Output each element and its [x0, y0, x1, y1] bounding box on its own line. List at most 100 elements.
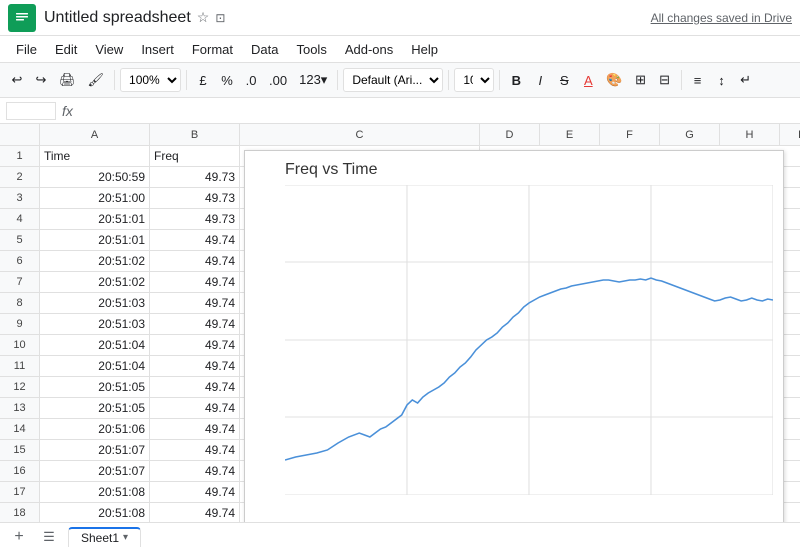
cell-b9[interactable]: 49.74 [150, 314, 240, 334]
toolbar-divider-3 [337, 70, 338, 90]
cell-b2[interactable]: 49.73 [150, 167, 240, 187]
number-format-button[interactable]: 123▾ [294, 67, 332, 93]
paint-format-button[interactable]: 🖌 [83, 67, 110, 93]
menu-item-edit[interactable]: Edit [47, 40, 85, 59]
toolbar-divider-6 [681, 70, 682, 90]
row-num-14: 14 [0, 419, 39, 440]
col-header-B[interactable]: B [150, 124, 240, 145]
cell-a5[interactable]: 20:51:01 [40, 230, 150, 250]
menu-item-help[interactable]: Help [403, 40, 446, 59]
cell-a14[interactable]: 20:51:06 [40, 419, 150, 439]
valign-button[interactable]: ↕ [711, 67, 733, 93]
menu-item-insert[interactable]: Insert [133, 40, 182, 59]
cell-a17[interactable]: 20:51:08 [40, 482, 150, 502]
cell-b11[interactable]: 49.74 [150, 356, 240, 376]
app-icon [8, 4, 36, 32]
cell-b13[interactable]: 49.74 [150, 398, 240, 418]
cell-a16[interactable]: 20:51:07 [40, 461, 150, 481]
cell-b18[interactable]: 49.74 [150, 503, 240, 522]
cell-b12[interactable]: 49.74 [150, 377, 240, 397]
cell-b14[interactable]: 49.74 [150, 419, 240, 439]
cell-b6[interactable]: 49.74 [150, 251, 240, 271]
cell-a12[interactable]: 20:51:05 [40, 377, 150, 397]
strikethrough-button[interactable]: S [553, 67, 575, 93]
sheet-area: ABCDEFGHI 123456789101112131415161718192… [0, 124, 800, 522]
cell-reference-input[interactable] [6, 102, 56, 120]
menu-item-file[interactable]: File [8, 40, 45, 59]
col-header-I[interactable]: I [780, 124, 800, 145]
print-button[interactable]: 🖨 [54, 67, 81, 93]
text-color-button[interactable]: A [577, 67, 599, 93]
cell-a6[interactable]: 20:51:02 [40, 251, 150, 271]
merge-button[interactable]: ⊟ [654, 67, 676, 93]
bold-button[interactable]: B [505, 67, 527, 93]
cell-a1[interactable]: Time [40, 146, 150, 166]
menu-item-data[interactable]: Data [243, 40, 286, 59]
col-header-H[interactable]: H [720, 124, 780, 145]
fill-color-button[interactable]: 🎨 [601, 67, 627, 93]
spreadsheet-title[interactable]: Untitled spreadsheet [44, 9, 191, 27]
undo-button[interactable]: ↩ [6, 67, 28, 93]
menu-item-add-ons[interactable]: Add-ons [337, 40, 401, 59]
decimal-increase-button[interactable]: .00 [264, 67, 292, 93]
cell-b10[interactable]: 49.74 [150, 335, 240, 355]
italic-button[interactable]: I [529, 67, 551, 93]
star-icon[interactable]: ☆ [197, 9, 210, 26]
col-header-C[interactable]: C [240, 124, 480, 145]
drive-icon[interactable]: ⊡ [215, 11, 225, 25]
bottom-bar: + ☰ Sheet1 ▾ [0, 522, 800, 550]
menu-item-view[interactable]: View [87, 40, 131, 59]
col-header-F[interactable]: F [600, 124, 660, 145]
font-size-select[interactable]: 10 [454, 68, 494, 92]
wrap-button[interactable]: ↵ [735, 67, 757, 93]
cell-a8[interactable]: 20:51:03 [40, 293, 150, 313]
col-header-G[interactable]: G [660, 124, 720, 145]
cell-b15[interactable]: 49.74 [150, 440, 240, 460]
cell-b17[interactable]: 49.74 [150, 482, 240, 502]
font-family-select[interactable]: Default (Ari... [343, 68, 443, 92]
decimal-decrease-button[interactable]: .0 [240, 67, 262, 93]
align-button[interactable]: ≡ [687, 67, 709, 93]
cell-b16[interactable]: 49.74 [150, 461, 240, 481]
add-sheet-button[interactable]: + [8, 526, 30, 548]
row-num-7: 7 [0, 272, 39, 293]
sheet-list-button[interactable]: ☰ [38, 526, 60, 548]
redo-button[interactable]: ↪ [30, 67, 52, 93]
chart-svg: 50.5 50.25 50 49.75 49.5 20:55:00 21:00:… [285, 185, 773, 495]
row-num-13: 13 [0, 398, 39, 419]
cell-a4[interactable]: 20:51:01 [40, 209, 150, 229]
col-header-A[interactable]: A [40, 124, 150, 145]
cell-b4[interactable]: 49.73 [150, 209, 240, 229]
borders-button[interactable]: ⊞ [630, 67, 652, 93]
cell-b7[interactable]: 49.74 [150, 272, 240, 292]
cell-a2[interactable]: 20:50:59 [40, 167, 150, 187]
col-header-D[interactable]: D [480, 124, 540, 145]
cell-a18[interactable]: 20:51:08 [40, 503, 150, 522]
cell-a11[interactable]: 20:51:04 [40, 356, 150, 376]
cell-a3[interactable]: 20:51:00 [40, 188, 150, 208]
cell-b3[interactable]: 49.73 [150, 188, 240, 208]
cell-a15[interactable]: 20:51:07 [40, 440, 150, 460]
sheet-tab-sheet1[interactable]: Sheet1 ▾ [68, 527, 141, 547]
chart-container[interactable]: Freq vs Time [244, 150, 784, 522]
formula-input[interactable] [79, 103, 794, 118]
save-status: All changes saved in Drive [651, 11, 792, 25]
percent-button[interactable]: % [216, 67, 238, 93]
cell-a9[interactable]: 20:51:03 [40, 314, 150, 334]
cell-b5[interactable]: 49.74 [150, 230, 240, 250]
menu-item-format[interactable]: Format [184, 40, 241, 59]
row-num-8: 8 [0, 293, 39, 314]
formula-icon: fx [62, 103, 73, 119]
title-icons: ☆ ⊡ [197, 9, 226, 26]
cell-b8[interactable]: 49.74 [150, 293, 240, 313]
col-header-E[interactable]: E [540, 124, 600, 145]
cell-a10[interactable]: 20:51:04 [40, 335, 150, 355]
cell-b1[interactable]: Freq [150, 146, 240, 166]
currency-button[interactable]: £ [192, 67, 214, 93]
cell-a13[interactable]: 20:51:05 [40, 398, 150, 418]
row-num-5: 5 [0, 230, 39, 251]
menu-item-tools[interactable]: Tools [288, 40, 334, 59]
sheet-tab-arrow: ▾ [123, 532, 128, 543]
zoom-select[interactable]: 100% [120, 68, 181, 92]
cell-a7[interactable]: 20:51:02 [40, 272, 150, 292]
